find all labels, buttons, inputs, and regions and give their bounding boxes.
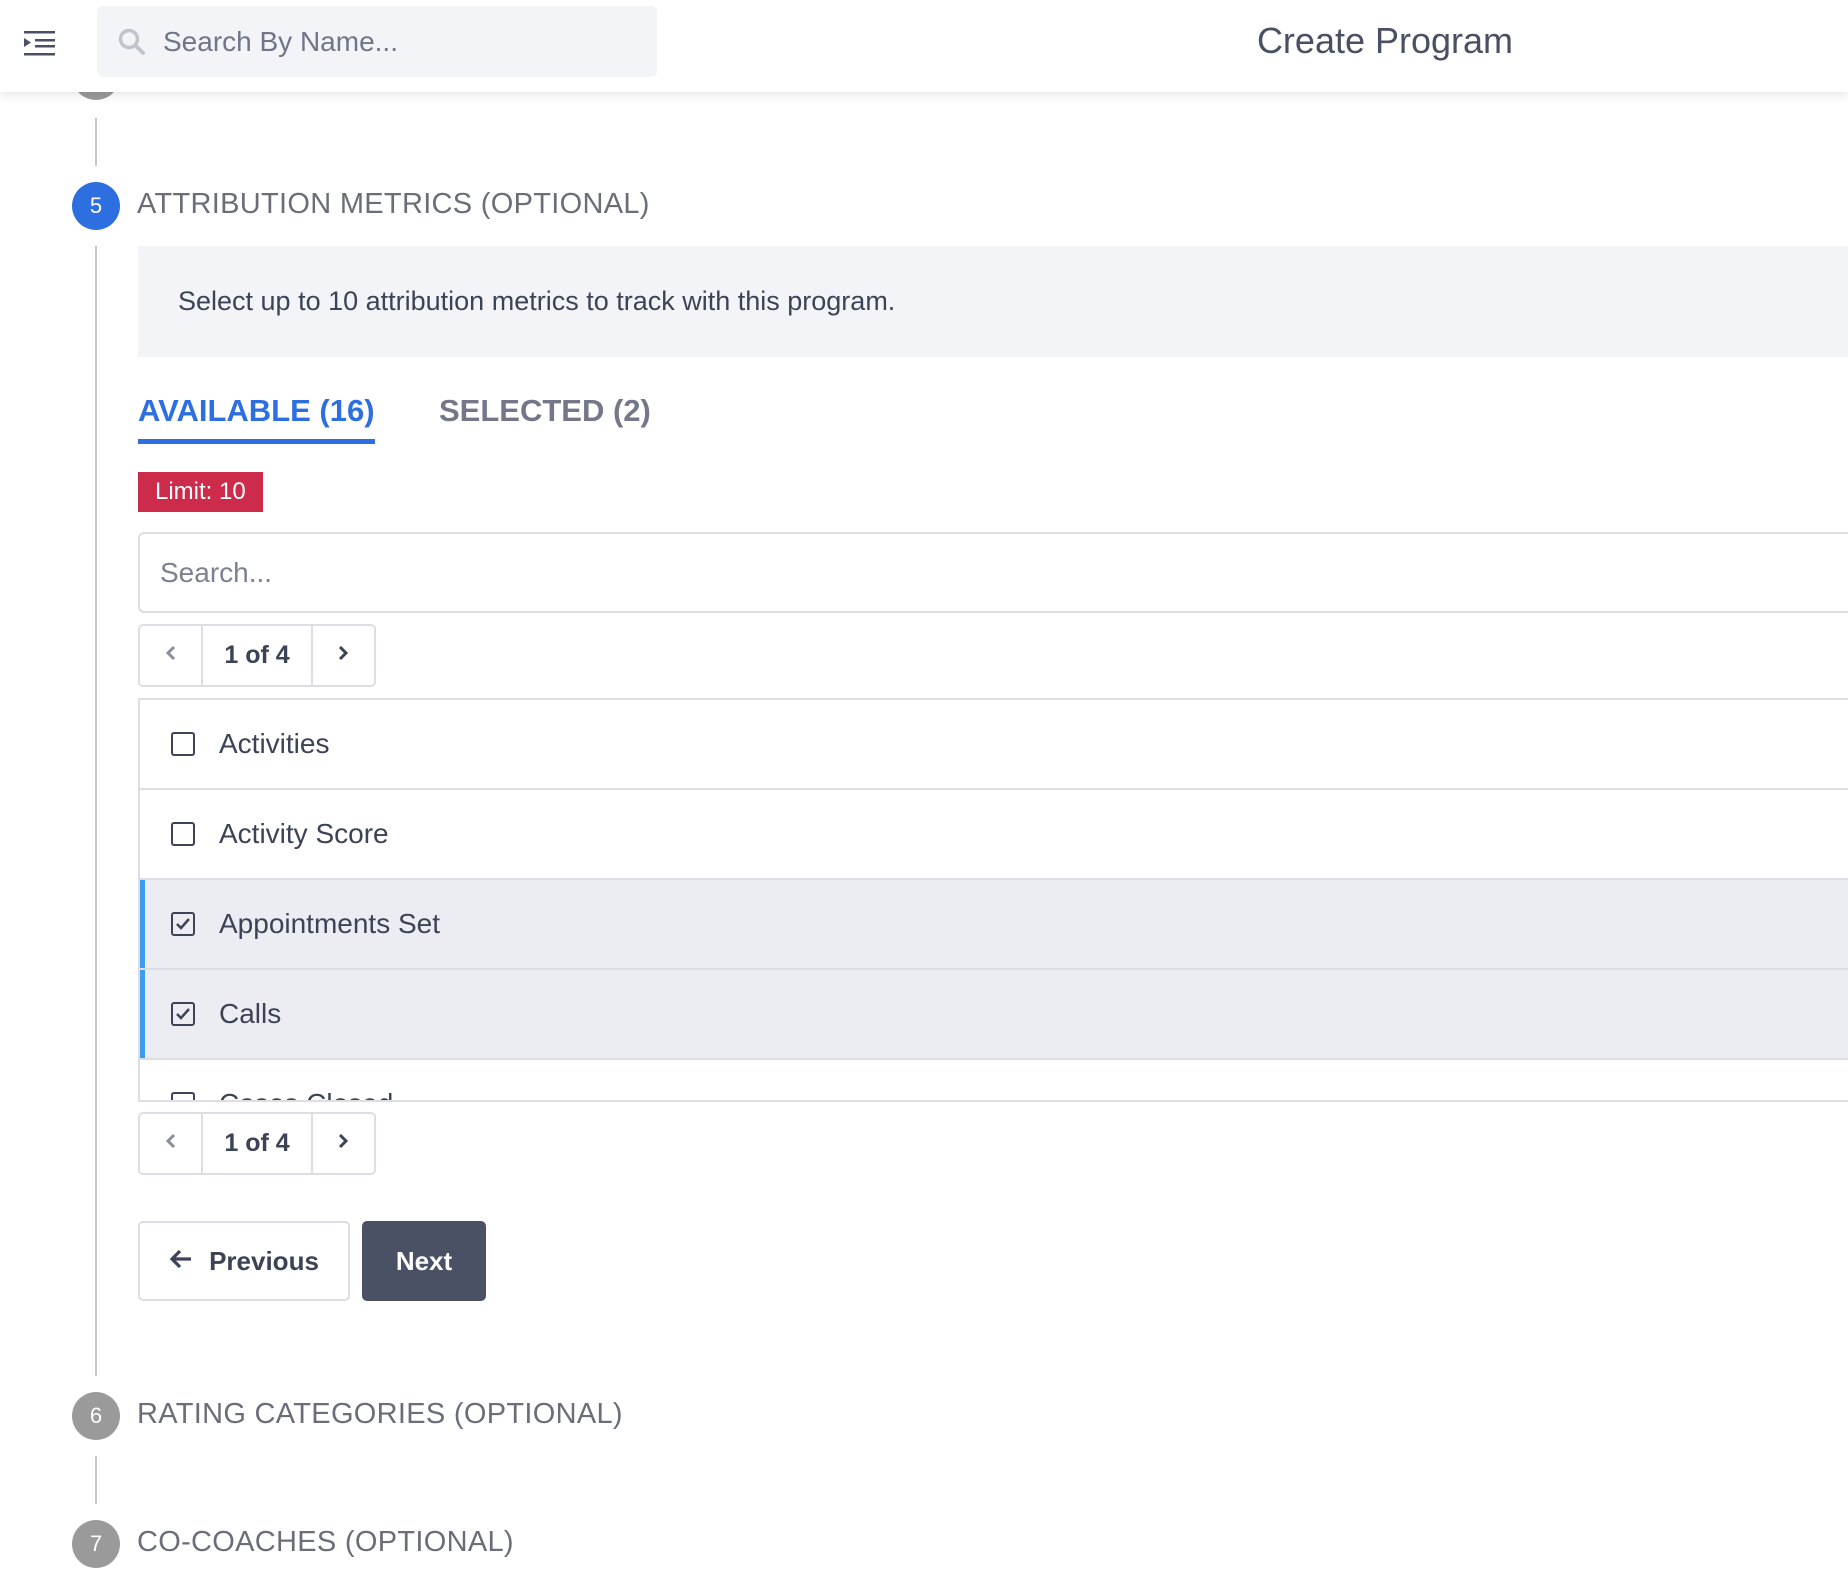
step-number-current: 5 — [72, 182, 120, 230]
step-number-6[interactable]: 6 — [72, 1392, 120, 1440]
step-connector — [95, 246, 97, 1376]
pager-next-button[interactable] — [313, 626, 374, 685]
metrics-list: Activities Activity Score Appointments S… — [138, 698, 1848, 1102]
step-title-7[interactable]: CO-COACHES (OPTIONAL) — [137, 1526, 514, 1559]
checkbox-unchecked-icon[interactable] — [171, 822, 195, 846]
info-box: Select up to 10 attribution metrics to t… — [138, 246, 1848, 357]
list-item-label: Appointments Set — [219, 908, 441, 939]
step-connector — [95, 1456, 97, 1504]
limit-badge: Limit: 10 — [138, 472, 263, 512]
pager-next-button[interactable] — [313, 1114, 374, 1173]
list-item[interactable]: Activity Score — [140, 790, 1848, 880]
menu-toggle-icon[interactable] — [22, 28, 58, 58]
previous-button[interactable]: Previous — [138, 1221, 350, 1301]
search-icon — [117, 27, 147, 57]
pager-label: 1 of 4 — [201, 626, 313, 685]
chevron-right-icon — [336, 644, 350, 667]
pager-label: 1 of 4 — [201, 1114, 313, 1173]
pager-top: 1 of 4 — [138, 624, 376, 687]
global-search-box[interactable] — [97, 6, 657, 77]
tab-selected[interactable]: SELECTED (2) — [439, 393, 651, 429]
chevron-right-icon — [336, 1132, 350, 1155]
global-search-input[interactable] — [163, 25, 633, 58]
chevron-left-icon — [164, 1132, 178, 1155]
page-title: Create Program — [1256, 20, 1514, 61]
pager-bottom: 1 of 4 — [138, 1112, 376, 1175]
pager-prev-button[interactable] — [140, 626, 201, 685]
list-item-label: Activity Score — [219, 818, 389, 849]
list-item[interactable]: Activities — [140, 700, 1848, 790]
step-title-current: ATTRIBUTION METRICS (OPTIONAL) — [137, 188, 650, 220]
list-item-selected[interactable]: Appointments Set — [140, 880, 1848, 970]
checkbox-checked-icon[interactable] — [171, 912, 195, 936]
list-item-label: Cases Closed — [219, 1088, 393, 1100]
step-number-7[interactable]: 7 — [72, 1520, 120, 1568]
list-item-label: Calls — [219, 998, 282, 1029]
next-button[interactable]: Next — [362, 1221, 486, 1301]
metrics-search-box[interactable] — [138, 532, 1848, 613]
list-item[interactable]: Cases Closed — [140, 1060, 1848, 1100]
step-connector — [95, 118, 97, 166]
checkbox-unchecked-icon[interactable] — [171, 732, 195, 756]
arrow-left-icon — [169, 1246, 209, 1277]
checkbox-unchecked-icon[interactable] — [171, 1092, 195, 1100]
metrics-search-input[interactable] — [160, 556, 1760, 589]
pager-prev-button[interactable] — [140, 1114, 201, 1173]
tab-available[interactable]: AVAILABLE (16) — [138, 393, 375, 444]
list-item-selected[interactable]: Calls — [140, 970, 1848, 1060]
chevron-left-icon — [164, 644, 178, 667]
list-item-label: Activities — [219, 728, 330, 759]
checkbox-checked-icon[interactable] — [171, 1002, 195, 1026]
top-header: Create Program — [0, 0, 1848, 92]
step-title-6[interactable]: RATING CATEGORIES (OPTIONAL) — [137, 1398, 623, 1431]
previous-button-label: Previous — [209, 1245, 319, 1276]
